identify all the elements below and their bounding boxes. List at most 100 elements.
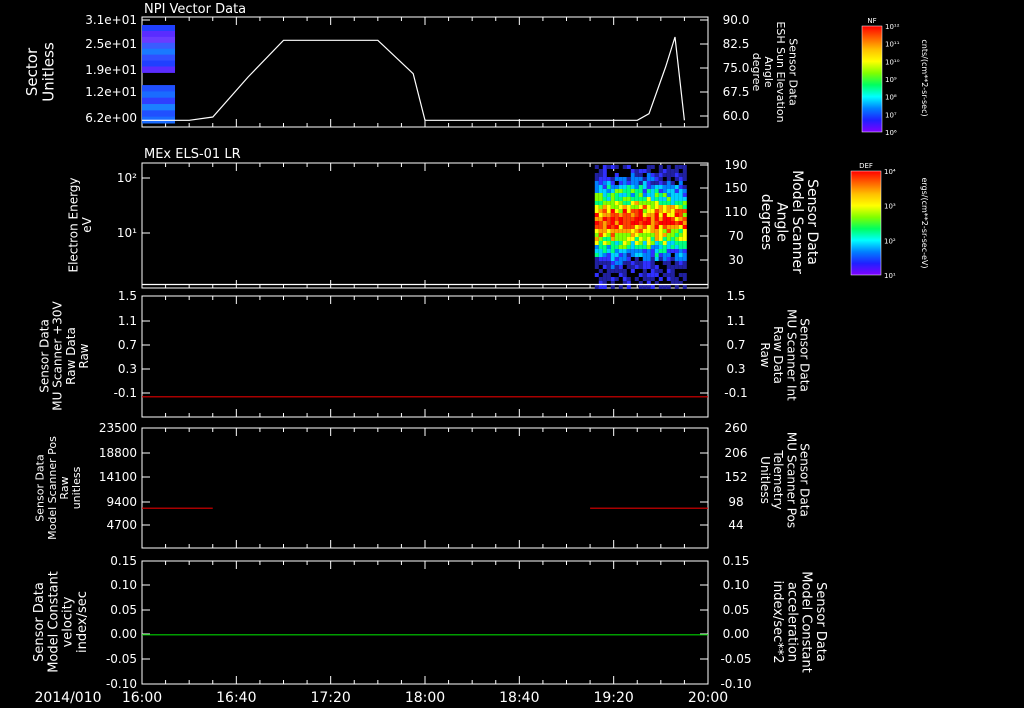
spectrogram-cell [626,253,631,257]
spectrogram-cell [658,213,663,217]
spectrogram-cell [630,193,635,197]
spectrogram-cell [598,169,603,173]
spectrogram-cell [630,185,635,189]
spectrogram-cell [598,229,603,233]
spectrogram-cell [678,189,683,193]
spectrogram-cell [678,177,683,181]
spectrogram-cell [610,177,615,181]
spectrogram-cell [634,169,639,173]
time-tick-label: 20:00 [688,690,728,706]
spectrogram-cell [630,217,635,221]
y-tick-label: 14100 [99,470,137,484]
spectrogram-cell [658,185,663,189]
spectrogram-cell [650,233,655,237]
spectrogram-cell [678,253,683,257]
spectrogram-cell [638,185,643,189]
spectrogram-cell [650,285,655,289]
spectrogram-cell [606,193,611,197]
heatmap-cell [142,85,176,92]
spectrogram-cell [626,209,631,213]
spectrogram-cell [634,245,639,249]
spectrogram-cell [674,209,679,213]
spectrogram-cell [670,269,675,273]
y-tick-label-right: 0.10 [723,578,750,592]
spectrogram-cell [666,201,671,205]
spectrogram-cell [614,185,619,189]
y-tick-label: -0.10 [106,677,137,691]
spectrogram-cell [646,205,651,209]
spectrogram-cell [618,205,623,209]
spectrogram-cell [654,197,659,201]
spectrogram-cell [610,241,615,245]
spectrogram-cell [598,177,603,181]
spectrogram-cell [626,249,631,253]
spectrogram-cell [594,253,599,257]
y-tick-label: 0.3 [118,362,137,376]
spectrogram-cell [626,213,631,217]
spectrogram-cell [598,237,603,241]
spectrogram-cell [650,165,655,169]
spectrogram-cell [674,257,679,261]
spectrogram-cell [674,169,679,173]
spectrogram-cell [642,277,647,281]
y-tick-label-right: 70 [728,229,743,243]
spectrogram-cell [662,273,667,277]
spectrogram-cell [674,229,679,233]
spectrogram-cell [642,253,647,257]
spectrogram-cell [638,241,643,245]
spectrogram-cell [658,249,663,253]
spectrogram-cell [646,261,651,265]
spectrogram-cell [594,241,599,245]
spectrogram-cell [654,225,659,229]
spectrogram-cell [674,197,679,201]
spectrogram-cell [606,213,611,217]
spectrogram-cell [602,285,607,289]
spectrogram-cell [670,201,675,205]
y-axis-label: Sensor Data Model Scanner Pos Raw unitless [34,436,83,540]
spectrogram-cell [634,201,639,205]
spectrogram-cell [682,241,687,245]
y-axis-label-line: velocity [61,596,76,647]
spectrogram-cell [666,165,671,169]
spectrogram-cell [670,277,675,281]
spectrogram-cell [662,185,667,189]
spectrogram-cell [594,221,599,225]
y-axis-label-right-line: Angle [762,56,775,88]
spectrogram-cell [650,229,655,233]
spectrogram-cell [618,189,623,193]
colorbar-nf-tick: 10¹¹ [885,41,900,49]
y-axis-label-right: Sensor DataModel Constantaccelerationind… [770,571,828,673]
spectrogram-cell [602,209,607,213]
spectrogram-cell [682,229,687,233]
spectrogram-cell [618,269,623,273]
spectrogram-cell [602,261,607,265]
spectrogram-cell [622,221,627,225]
spectrogram-cell [654,193,659,197]
y-tick-label: 3.1e+01 [85,13,137,27]
y-axis-label-right-line: Angle [773,202,789,242]
spectrogram-cell [610,205,615,209]
colorbar-nf-tick: 10⁸ [885,94,897,102]
spectrogram-cell [650,237,655,241]
spectrogram-cell [678,237,683,241]
spectrogram-cell [650,173,655,177]
spectrogram-cell [662,197,667,201]
spectrogram-cell [606,257,611,261]
y-axis-label-right-line: Sensor Data [798,318,812,392]
spectrogram-cell [662,189,667,193]
spectrogram-cell [658,229,663,233]
y-axis-label-right-line: Raw [758,342,772,367]
spectrogram-cell [602,265,607,269]
spectrogram-cell [642,285,647,289]
spectrogram-cell [610,201,615,205]
spectrogram-cell [650,241,655,245]
y-axis-label-right-line: Sensor Data [813,582,828,662]
spectrogram-cell [594,273,599,277]
spectrogram-cell [606,277,611,281]
spectrogram-cell [634,257,639,261]
spectrogram-cell [634,265,639,269]
spectrogram-cell [682,201,687,205]
spectrogram-cell [654,265,659,269]
spectrogram-cell [630,201,635,205]
spectrogram-cell [642,273,647,277]
